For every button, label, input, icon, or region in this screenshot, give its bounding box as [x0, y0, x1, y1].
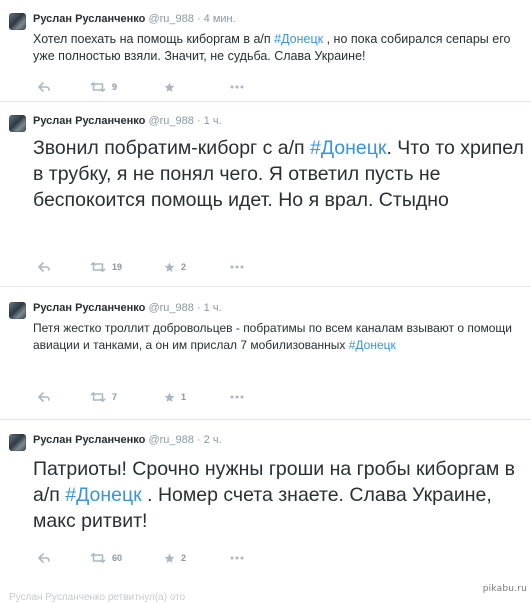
- favorite-count: 2: [181, 262, 187, 272]
- favorite-button[interactable]: 2: [164, 260, 186, 274]
- favorite-star-icon: [164, 262, 175, 272]
- more-button[interactable]: [230, 390, 244, 404]
- author-name[interactable]: Руслан Русланченко: [33, 434, 145, 446]
- retweet-button[interactable]: 9: [90, 80, 117, 94]
- tweet-text-part: Петя жестко троллит добровольцев - побра…: [33, 321, 513, 352]
- author-handle[interactable]: @ru_988: [148, 434, 193, 446]
- tweet-text: Звонил побратим-киборг с а/п #Донецк. Чт…: [33, 135, 525, 213]
- author-handle[interactable]: @ru_988: [148, 115, 193, 127]
- retweet-count: 7: [112, 392, 118, 402]
- tweet-header: Руслан Русланченко @ru_988 · 4 мин.: [33, 12, 236, 26]
- favorite-count: 2: [181, 553, 187, 563]
- tweet[interactable]: Руслан Русланченко @ru_988 · 4 мин. Хоте…: [0, 0, 531, 102]
- separator: ·: [196, 434, 201, 446]
- avatar[interactable]: [9, 434, 26, 451]
- reply-button[interactable]: [38, 390, 50, 404]
- tweet-header: Руслан Русланченко @ru_988 · 1 ч.: [33, 114, 222, 128]
- more-dots-icon: [230, 85, 244, 89]
- more-button[interactable]: [230, 260, 244, 274]
- tweet[interactable]: Руслан Русланченко @ru_988 · 2 ч. Патрио…: [0, 420, 531, 588]
- timestamp[interactable]: 2 ч.: [204, 434, 222, 446]
- reply-icon: [38, 553, 50, 563]
- author-name[interactable]: Руслан Русланченко: [33, 115, 145, 127]
- reply-icon: [38, 392, 50, 402]
- retweet-count: 9: [112, 82, 118, 92]
- author-handle[interactable]: @ru_988: [148, 13, 193, 25]
- tweet-header: Руслан Русланченко @ru_988 · 1 ч.: [33, 301, 222, 315]
- avatar[interactable]: [9, 302, 26, 319]
- author-name[interactable]: Руслан Русланченко: [33, 302, 145, 314]
- reply-button[interactable]: [38, 260, 50, 274]
- retweet-button[interactable]: 7: [90, 390, 117, 404]
- hashtag-link[interactable]: #Донецк: [65, 484, 141, 506]
- retweet-icon: [90, 262, 106, 272]
- retweet-button[interactable]: 19: [90, 260, 122, 274]
- separator: ·: [196, 13, 201, 25]
- tweet-text: Петя жестко троллит добровольцев - побра…: [33, 320, 525, 354]
- retweet-icon: [90, 553, 106, 563]
- favorite-button[interactable]: 1: [164, 390, 186, 404]
- reply-icon: [38, 262, 50, 272]
- tweet-header: Руслан Русланченко @ru_988 · 2 ч.: [33, 433, 222, 447]
- separator: ·: [196, 115, 201, 127]
- tweet[interactable]: Руслан Русланченко @ru_988 · 1 ч. Звонил…: [0, 102, 531, 287]
- favorite-button[interactable]: [164, 80, 181, 94]
- tweet-text: Хотел поехать на помощь киборгам в а/п #…: [33, 31, 525, 65]
- favorite-star-icon: [164, 82, 175, 92]
- favorite-count: 1: [181, 392, 187, 402]
- retweet-count: 60: [112, 553, 123, 563]
- more-dots-icon: [230, 556, 244, 560]
- watermark: pikabu.ru: [482, 584, 527, 594]
- favorite-button[interactable]: 2: [164, 551, 186, 565]
- hashtag-link[interactable]: #Донецк: [274, 32, 323, 46]
- more-dots-icon: [230, 395, 244, 399]
- timestamp[interactable]: 1 ч.: [204, 302, 222, 314]
- retweet-icon: [90, 392, 106, 402]
- reply-icon: [38, 82, 50, 92]
- more-button[interactable]: [230, 551, 244, 565]
- avatar[interactable]: [9, 13, 26, 30]
- retweet-icon: [90, 82, 106, 92]
- more-button[interactable]: [230, 80, 244, 94]
- author-name[interactable]: Руслан Русланченко: [33, 13, 145, 25]
- hashtag-link[interactable]: #Донецк: [349, 338, 396, 352]
- timestamp[interactable]: 1 ч.: [204, 115, 222, 127]
- retweet-context-line: Руслан Русланченко ретвитнул(а) ото: [9, 592, 186, 603]
- avatar[interactable]: [9, 115, 26, 132]
- favorite-star-icon: [164, 392, 175, 402]
- tweet-text-part: Хотел поехать на помощь киборгам в а/п: [33, 32, 275, 46]
- timestamp[interactable]: 4 мин.: [204, 13, 236, 25]
- tweet-text-part: Звонил побратим-киборг с а/п: [33, 137, 310, 159]
- tweet[interactable]: Руслан Русланченко @ru_988 · 1 ч. Петя ж…: [0, 287, 531, 420]
- author-handle[interactable]: @ru_988: [148, 302, 193, 314]
- retweet-count: 19: [112, 262, 123, 272]
- tweet-text: Патриоты! Срочно нужны гроши на гробы ки…: [33, 456, 525, 534]
- more-dots-icon: [230, 265, 244, 269]
- favorite-star-icon: [164, 553, 175, 563]
- separator: ·: [196, 302, 201, 314]
- retweet-button[interactable]: 60: [90, 551, 122, 565]
- hashtag-link[interactable]: #Донецк: [310, 137, 386, 159]
- reply-button[interactable]: [38, 80, 50, 94]
- reply-button[interactable]: [38, 551, 50, 565]
